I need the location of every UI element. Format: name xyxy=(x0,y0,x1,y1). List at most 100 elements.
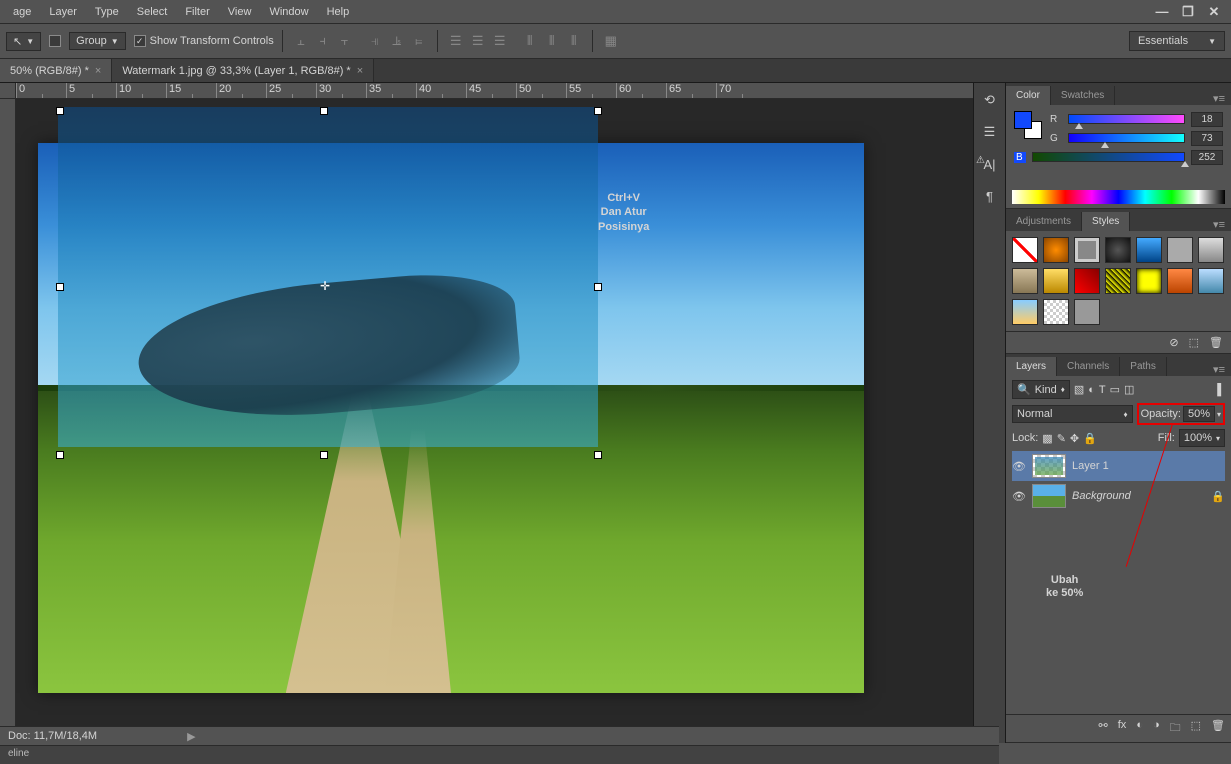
menu-select[interactable]: Select xyxy=(128,6,177,18)
align-hcenter-icon[interactable]: ⫡ xyxy=(387,31,407,51)
distribute-hcenter-icon[interactable]: ⦀ xyxy=(542,31,562,51)
align-right-icon[interactable]: ⫢ xyxy=(409,31,429,51)
auto-align-icon[interactable]: ▦ xyxy=(601,31,621,51)
value-b[interactable]: 252 xyxy=(1191,150,1223,165)
color-spectrum[interactable] xyxy=(1012,190,1225,204)
panel-menu-icon[interactable]: ▾≡ xyxy=(1207,218,1231,231)
align-left-icon[interactable]: ⫣ xyxy=(365,31,385,51)
menu-help[interactable]: Help xyxy=(318,6,359,18)
ruler-origin[interactable] xyxy=(0,83,16,99)
tab-styles[interactable]: Styles xyxy=(1082,212,1130,231)
style-swatch[interactable] xyxy=(1167,237,1193,263)
timeline-tab[interactable]: eline xyxy=(0,745,999,764)
maximize-button[interactable]: ❐ xyxy=(1175,4,1201,20)
distribute-bottom-icon[interactable]: ☰ xyxy=(490,31,510,51)
align-vcenter-icon[interactable]: ⫞ xyxy=(313,31,333,51)
document-tab[interactable]: 50% (RGB/8#) *× xyxy=(0,59,112,82)
group-icon[interactable]: 🗀 xyxy=(1170,719,1181,738)
link-layers-icon[interactable]: ⚯ xyxy=(1099,719,1108,738)
distribute-vcenter-icon[interactable]: ☰ xyxy=(468,31,488,51)
style-swatch[interactable] xyxy=(1105,237,1131,263)
transform-handle-bc[interactable] xyxy=(320,451,328,459)
tool-preset[interactable]: ↖▼ xyxy=(6,32,41,51)
style-swatch[interactable] xyxy=(1012,268,1038,294)
align-top-icon[interactable]: ⫠ xyxy=(291,31,311,51)
layer-fx-icon[interactable]: fx xyxy=(1118,719,1127,738)
transform-handle-mr[interactable] xyxy=(594,283,602,291)
fill-value[interactable]: 100%▾ xyxy=(1179,429,1225,447)
lock-transparency-icon[interactable]: ▩ xyxy=(1042,432,1052,445)
style-swatch[interactable] xyxy=(1043,299,1069,325)
delete-style-icon[interactable]: 🗑 xyxy=(1209,336,1223,349)
style-swatch[interactable] xyxy=(1198,237,1224,263)
distribute-left-icon[interactable]: ⦀ xyxy=(520,31,540,51)
delete-layer-icon[interactable]: 🗑 xyxy=(1211,719,1225,738)
status-menu-icon[interactable]: ▶ xyxy=(187,730,195,743)
layer-name[interactable]: Layer 1 xyxy=(1072,460,1109,472)
menu-image[interactable]: age xyxy=(4,6,40,18)
style-swatch[interactable] xyxy=(1074,299,1100,325)
value-r[interactable]: 18 xyxy=(1191,112,1223,127)
style-swatch[interactable] xyxy=(1167,268,1193,294)
doc-size[interactable]: Doc: 11,7M/18,4M xyxy=(8,730,97,742)
menu-window[interactable]: Window xyxy=(260,6,317,18)
properties-icon[interactable]: ☰ xyxy=(981,123,999,141)
no-style-icon[interactable]: ⊘ xyxy=(1169,336,1178,349)
menu-layer[interactable]: Layer xyxy=(40,6,86,18)
opacity-value[interactable]: 50% xyxy=(1183,406,1215,422)
blend-mode-select[interactable]: Normal♦ xyxy=(1012,405,1133,423)
lock-pixels-icon[interactable]: ✎ xyxy=(1057,432,1066,445)
filter-pixel-icon[interactable]: ▧ xyxy=(1074,383,1084,396)
style-swatch[interactable] xyxy=(1198,268,1224,294)
paragraph-icon[interactable]: ¶ xyxy=(981,187,999,205)
filter-adjust-icon[interactable]: ◐ xyxy=(1088,384,1095,396)
minimize-button[interactable]: — xyxy=(1149,4,1175,20)
slider-r[interactable] xyxy=(1068,114,1185,124)
distribute-top-icon[interactable]: ☰ xyxy=(446,31,466,51)
layer-thumbnail[interactable] xyxy=(1032,454,1066,478)
filter-shape-icon[interactable]: ▭ xyxy=(1110,383,1120,396)
tab-paths[interactable]: Paths xyxy=(1120,357,1167,376)
history-icon[interactable]: ⟲ xyxy=(981,91,999,109)
ruler-vertical[interactable] xyxy=(0,99,16,743)
menu-filter[interactable]: Filter xyxy=(176,6,218,18)
transform-handle-bl[interactable] xyxy=(56,451,64,459)
opacity-control[interactable]: Opacity: 50% ▾ xyxy=(1137,403,1225,425)
adjustment-layer-icon[interactable]: ◑ xyxy=(1153,719,1160,738)
filter-smart-icon[interactable]: ◫ xyxy=(1124,383,1134,396)
close-tab-icon[interactable]: × xyxy=(95,65,101,77)
foreground-background-swatch[interactable] xyxy=(1014,111,1042,139)
new-layer-icon[interactable]: ⬚ xyxy=(1191,719,1201,738)
layer-name[interactable]: Background xyxy=(1072,490,1131,502)
menu-type[interactable]: Type xyxy=(86,6,128,18)
close-button[interactable]: ✕ xyxy=(1201,4,1227,20)
menu-view[interactable]: View xyxy=(219,6,261,18)
visibility-icon[interactable]: 👁 xyxy=(1012,460,1026,473)
auto-select-target[interactable]: Group▼ xyxy=(69,32,126,50)
align-bottom-icon[interactable]: ⫟ xyxy=(335,31,355,51)
canvas-area[interactable]: 0510152025303540455055606570 Ctrl+VDan A… xyxy=(0,83,973,743)
style-swatch[interactable] xyxy=(1136,268,1162,294)
layer-mask-icon[interactable]: ◐ xyxy=(1136,719,1143,738)
style-swatch[interactable] xyxy=(1043,237,1069,263)
slider-b[interactable] xyxy=(1032,152,1185,162)
transform-handle-tr[interactable] xyxy=(594,107,602,115)
style-swatch[interactable] xyxy=(1074,268,1100,294)
lock-all-icon[interactable]: 🔒 xyxy=(1083,432,1097,445)
transform-handle-tc[interactable] xyxy=(320,107,328,115)
tab-channels[interactable]: Channels xyxy=(1057,357,1120,376)
filter-type-icon[interactable]: T xyxy=(1099,384,1106,396)
panel-menu-icon[interactable]: ▾≡ xyxy=(1207,92,1231,105)
transform-handle-br[interactable] xyxy=(594,451,602,459)
layer-item-layer1[interactable]: 👁 Layer 1 xyxy=(1012,451,1225,481)
transform-handle-ml[interactable] xyxy=(56,283,64,291)
close-tab-icon[interactable]: × xyxy=(357,65,363,77)
auto-select-checkbox[interactable] xyxy=(49,35,61,47)
transform-handle-tl[interactable] xyxy=(56,107,64,115)
style-swatch[interactable] xyxy=(1105,268,1131,294)
style-swatch[interactable] xyxy=(1012,237,1038,263)
distribute-right-icon[interactable]: ⦀ xyxy=(564,31,584,51)
show-transform-checkbox[interactable]: ✓Show Transform Controls xyxy=(134,35,274,47)
layer-filter-kind[interactable]: 🔍 Kind ♦ xyxy=(1012,380,1070,399)
value-g[interactable]: 73 xyxy=(1191,131,1223,146)
